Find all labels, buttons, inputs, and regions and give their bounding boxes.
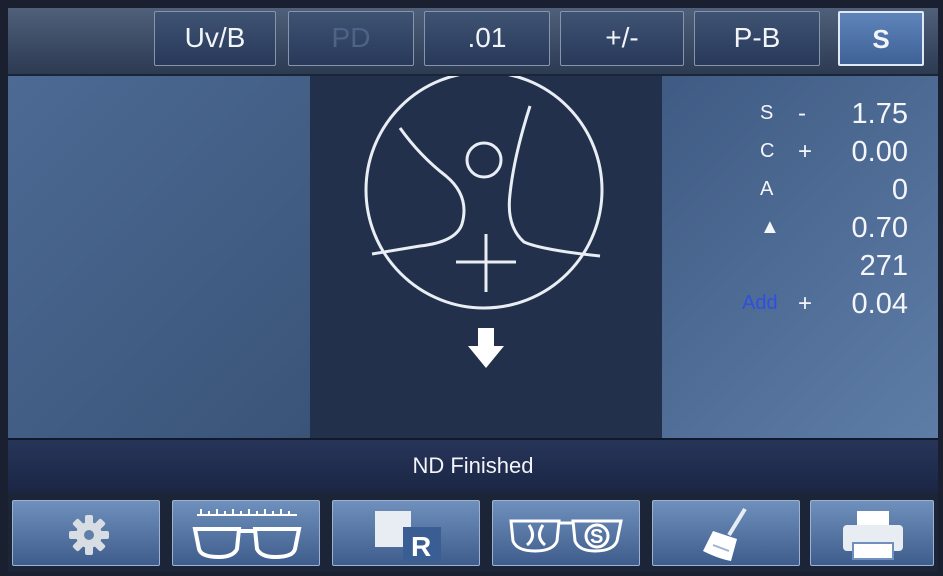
add-sign: + [798, 290, 813, 317]
sign-toggle-button[interactable]: +/- [560, 11, 684, 66]
sphere-label: S [760, 102, 774, 124]
add-row: Add + 0.04 [662, 288, 938, 326]
print-button[interactable] [810, 500, 934, 566]
prism-row: ▲ 0.70 [662, 212, 938, 250]
bottom-toolbar: R S [8, 492, 938, 572]
prism-label: ▲ [760, 216, 780, 238]
svg-text:S: S [590, 526, 603, 548]
left-blend-curve [371, 127, 466, 256]
status-bar: ND Finished [8, 438, 938, 492]
status-message: ND Finished [412, 453, 534, 478]
cylinder-sign: + [798, 138, 813, 165]
sphere-row: S - 1.75 [662, 98, 938, 136]
sphere-value: 1.75 [851, 98, 908, 130]
add-label: Add [742, 292, 778, 314]
brush-icon [703, 507, 747, 561]
left-panel [8, 76, 310, 438]
axis-value: 0 [891, 174, 908, 206]
single-vision-button[interactable]: S [492, 500, 640, 566]
lensmeter-screen: Uv/B PD .01 +/- P-B S S - 1.75 C + 0.00 … [8, 8, 938, 572]
lens-view-panel [310, 70, 662, 438]
lens-outline [364, 70, 604, 310]
gear-icon [69, 515, 109, 555]
down-arrow-icon [468, 328, 504, 368]
prism-value: 0.70 [851, 212, 908, 244]
axis-row: A 0 [662, 174, 938, 212]
axis-label: A [760, 178, 774, 200]
glasses-ruler-icon [192, 509, 302, 560]
add-value: 0.04 [851, 288, 908, 320]
prism-base-value: 271 [859, 250, 908, 282]
progressive-lens-diagram [364, 70, 604, 368]
glasses-s-icon: S [509, 519, 623, 553]
uvb-button[interactable]: Uv/B [154, 11, 276, 66]
cylinder-value: 0.00 [851, 136, 908, 168]
cylinder-row: C + 0.00 [662, 136, 938, 174]
measurement-panel: S - 1.75 C + 0.00 A 0 ▲ 0.70 271 Add + 0… [662, 76, 938, 438]
pd-button[interactable]: PD [288, 11, 414, 66]
lens-r-icon: R [375, 511, 441, 562]
printer-icon [843, 511, 903, 560]
settings-button[interactable] [12, 500, 160, 566]
cylinder-label: C [760, 140, 775, 162]
sphere-sign: - [798, 100, 806, 127]
far-zone-circle [465, 141, 503, 179]
precision-button[interactable]: .01 [424, 11, 550, 66]
svg-text:R: R [411, 531, 431, 562]
frame-measure-button[interactable] [172, 500, 320, 566]
s-mode-button[interactable]: S [838, 11, 924, 66]
prism-base-row: 271 [662, 250, 938, 288]
top-toolbar: Uv/B PD .01 +/- P-B S [8, 8, 938, 76]
clear-button[interactable] [652, 500, 800, 566]
right-lens-button[interactable]: R [332, 500, 480, 566]
pb-button[interactable]: P-B [694, 11, 820, 66]
